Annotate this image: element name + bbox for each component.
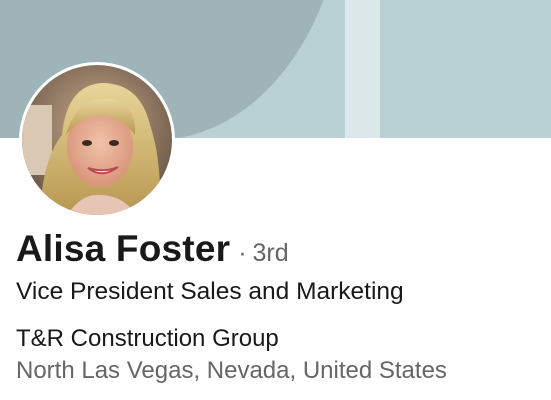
banner-stripe [345,0,380,138]
profile-name[interactable]: Alisa Foster [16,228,230,270]
profile-location: North Las Vegas, Nevada, United States [16,357,447,384]
degree-label: 3rd [252,239,289,267]
connection-degree: · 3rd [238,239,288,268]
profile-card: Alisa Foster · 3rd Vice President Sales a… [0,0,551,400]
avatar-photo [22,65,172,215]
name-row: Alisa Foster · 3rd [16,228,289,270]
avatar[interactable] [19,62,175,218]
profile-headline: Vice President Sales and Marketing [16,278,404,305]
degree-separator: · [238,239,247,267]
profile-company[interactable]: T&R Construction Group [16,325,279,353]
